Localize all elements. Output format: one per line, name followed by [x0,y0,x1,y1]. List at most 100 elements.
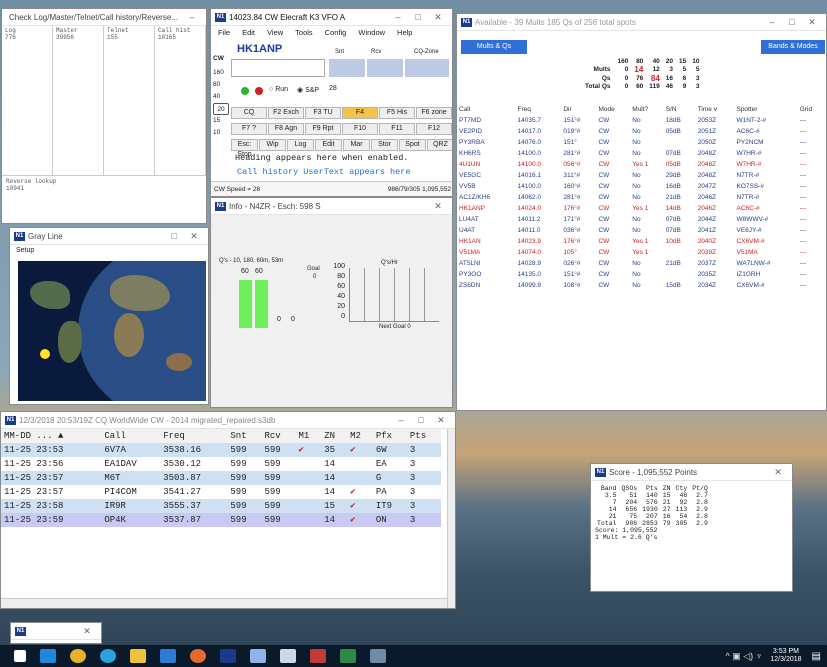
function-key-frow2-2[interactable]: F9 Rpt [305,123,341,135]
log-column-header[interactable]: ZN [321,429,347,443]
app-icon-2[interactable] [280,649,296,663]
available-titlebar[interactable]: N1 Available - 39 Mults 185 Qs of 256 tot… [457,14,826,31]
band-button-40[interactable]: 40 [213,91,229,103]
menu-item-help[interactable]: Help [397,28,412,37]
spot-row[interactable]: AT5LNI 14028.9 026°# CW No 21dB 2037Z WA7LNW-# -… [457,258,825,269]
close-icon[interactable]: ✕ [802,17,822,28]
function-key-frow2-4[interactable]: F11 [379,123,415,135]
spot-row[interactable]: 4U1UN 14100.0 056°# CW Yes 1 05dB 2048Z W7HR-# -… [457,159,825,170]
tray-icons[interactable]: ^ ▣ ◁) ♆ [725,651,762,662]
minimize-icon[interactable]: – [391,415,411,425]
zone-field[interactable] [405,59,449,77]
log-row[interactable]: 11-25 23:53 6V7A 3538.16 599 599 ✔ 35 ✔ 6W 3 [1,443,441,457]
function-key-frow3-6[interactable]: Spot [399,139,426,151]
run-radio[interactable]: ○ Run [269,86,288,93]
spot-row[interactable]: LU4AT 14011.2 171°# CW No 07dB 2044Z W8WWV-# --- [457,214,825,225]
log-column-header[interactable]: Rcv [261,429,295,443]
minimized-window[interactable]: N1 ✕ [10,622,102,644]
world-map[interactable] [18,261,206,401]
log-column-header[interactable]: MM-DD ... ▲ [1,429,101,443]
snt-field[interactable] [329,59,365,77]
info-titlebar[interactable]: N1 Info - N4ZR - Esch: 598 S ✕ [211,198,452,215]
telegram-icon[interactable] [100,649,116,663]
log-scrollbar[interactable] [447,429,455,608]
log-column-header[interactable]: Pfx [373,429,407,443]
menu-item-tools[interactable]: Tools [295,28,313,37]
minimize-icon[interactable]: – [388,12,408,22]
log-row[interactable]: 11-25 23:58 IR9R 3555.37 599 599 15 ✔ IT9 3 [1,499,441,513]
spots-column-header[interactable]: Call [457,104,516,115]
rate-spinner[interactable]: 28 [329,85,337,92]
close-icon[interactable]: ✕ [184,231,204,242]
spot-row[interactable]: HK1AN 14023.9 176°# CW Yes 1 10dB 2040Z CX6VM-#… [457,236,825,247]
spots-column-header[interactable]: Time v [696,104,735,115]
spot-row[interactable]: V51MA 14074.0 105° CW Yes 1 2039Z V51MA --- [457,247,825,258]
spots-column-header[interactable]: Spotter [734,104,797,115]
menu-item-window[interactable]: Window [358,28,385,37]
app-icon-3[interactable] [310,649,326,663]
spots-column-header[interactable]: Mult? [630,104,663,115]
function-key-frow1-5[interactable]: F6 zone [416,107,452,119]
call-input[interactable] [231,59,325,77]
log-row[interactable]: 11-25 23:57 M6T 3503.87 599 599 14 G 3 [1,471,441,485]
file-explorer-icon[interactable] [130,649,146,663]
log-column-header[interactable]: Call [101,429,160,443]
skype-icon[interactable] [40,649,56,663]
maximize-icon[interactable]: □ [164,231,184,241]
function-key-frow3-0[interactable]: Esc: Stop [231,139,258,158]
function-key-frow1-1[interactable]: F2 Exch [268,107,304,119]
firefox-icon[interactable] [190,649,206,663]
spot-row[interactable]: KH6RS 14100.0 281°# CW No 07dB 2048Z W7HR-# --- [457,148,825,159]
mults-tab-button[interactable]: Mults & Qs [461,40,527,54]
sp-radio[interactable]: ◉ S&P [297,86,319,94]
spot-row[interactable]: ZS6DN 14099.9 108°# CW No 15dB 2034Z CX6VM-# --- [457,280,825,291]
band-button-10[interactable]: 10 [213,127,229,139]
log-titlebar[interactable]: N1 12/3/2018 20:53/19Z CQ WorldWide CW - … [1,412,455,429]
edge-icon[interactable] [160,649,176,663]
spots-column-header[interactable]: Grid [798,104,825,115]
function-key-frow3-4[interactable]: Mar [343,139,370,151]
minimize-icon[interactable]: – [182,12,202,22]
spot-row[interactable]: VV5B 14100.0 160°# CW No 16dB 2047Z KO7SS-# --- [457,181,825,192]
close-icon[interactable]: ✕ [77,626,97,637]
spots-column-header[interactable]: S/N [664,104,696,115]
clock[interactable]: 3:53 PM 12/3/2018 [770,648,801,664]
function-key-frow1-3[interactable]: F4 [342,107,378,119]
log-hscrollbar[interactable] [1,598,447,608]
menu-item-file[interactable]: File [218,28,230,37]
spot-row[interactable]: PY3OO 14135.0 151°# CW No 2035Z IZ1GRH --- [457,269,825,280]
n1mm-taskbar-icon[interactable] [220,649,236,663]
function-key-frow3-3[interactable]: Edit [315,139,342,151]
bands-modes-button[interactable]: Bands & Modes [761,40,825,54]
maximize-icon[interactable]: □ [411,415,431,425]
log-column-header[interactable]: M2 [347,429,373,443]
spot-row[interactable]: HK1ANP 14024.0 176°# CW Yes 1 14dB 2046Z AC6C-#… [457,203,825,214]
minimize-icon[interactable]: – [762,17,782,27]
spots-column-header[interactable]: Dir [561,104,596,115]
check-titlebar[interactable]: Check Log/Master/Telnet/Call history/Rev… [2,9,206,26]
close-icon[interactable]: ✕ [768,467,788,478]
spot-row[interactable]: AC1Z/KH6 14062.0 281°# CW No 21dB 2046Z N7TR-# -… [457,192,825,203]
rcv-field[interactable] [367,59,403,77]
close-icon[interactable]: ✕ [431,415,451,426]
spot-row[interactable]: U4AT 14011.0 036°# CW No 07dB 2041Z VE6JY-# --- [457,225,825,236]
log-row[interactable]: 11-25 23:59 OP4K 3537.87 599 599 14 ✔ ON 3 [1,513,441,527]
band-button-80[interactable]: 80 [213,79,229,91]
chrome-icon[interactable] [70,649,86,663]
menu-item-config[interactable]: Config [325,28,347,37]
spots-column-header[interactable]: Freq [516,104,562,115]
spot-row[interactable]: PY3RBA 14076.0 151° CW No 2050Z PY2NCM --- [457,137,825,148]
app-icon-4[interactable] [340,649,356,663]
grayline-titlebar[interactable]: N1 Gray Line □ ✕ [10,228,208,245]
function-key-frow3-5[interactable]: Stor [371,139,398,151]
notification-icon[interactable]: ▤ [812,651,821,662]
menu-item-view[interactable]: View [267,28,283,37]
close-icon[interactable]: ✕ [428,201,448,212]
setup-menu[interactable]: Setup [10,245,208,257]
function-key-frow2-3[interactable]: F10 [342,123,378,135]
function-key-frow1-0[interactable]: CQ [231,107,267,119]
log-column-header[interactable]: M1 [296,429,322,443]
app-icon-5[interactable] [370,649,386,663]
spot-row[interactable]: VE5GC 14016.1 311°# CW No 29dB 2048Z N7TR-# --- [457,170,825,181]
menu-item-edit[interactable]: Edit [242,28,255,37]
